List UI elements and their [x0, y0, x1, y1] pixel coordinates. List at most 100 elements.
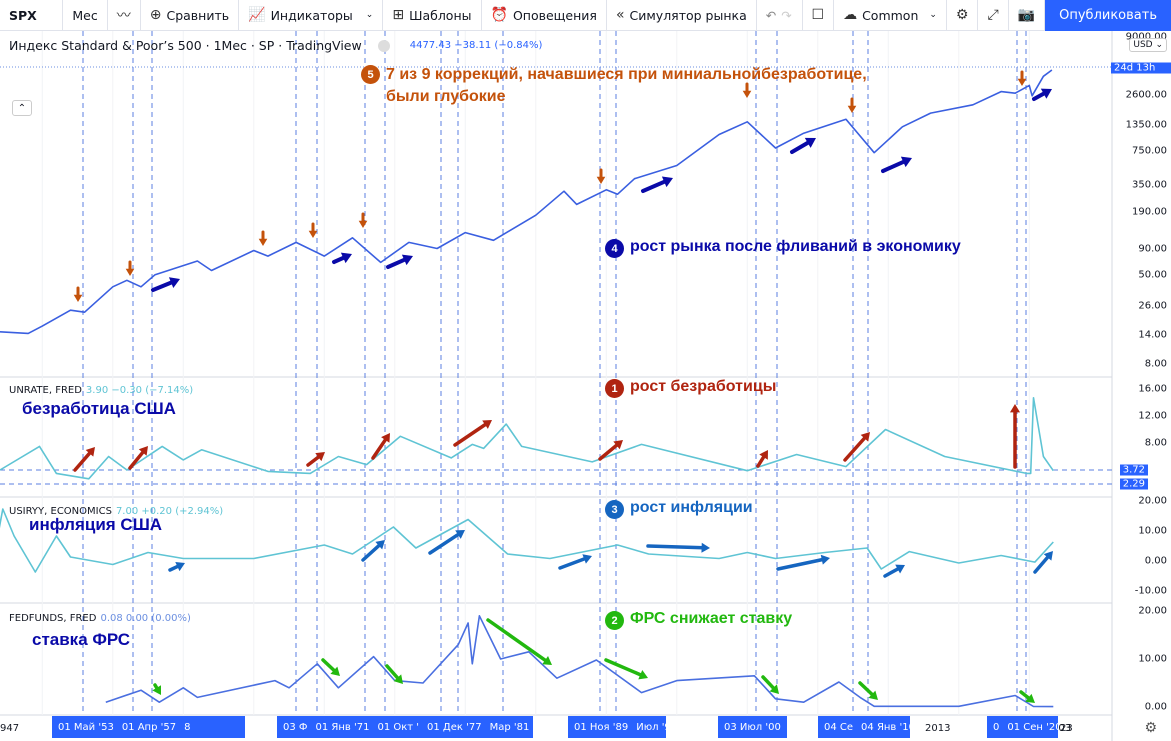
- symbol-label: SPX: [9, 7, 37, 23]
- axis-settings-icon[interactable]: ⚙: [1144, 720, 1157, 736]
- alerts-button[interactable]: ⏰ Оповещения: [482, 0, 607, 31]
- usiryy-tick: -10.00: [1134, 585, 1167, 597]
- unemployment-arrow: [371, 436, 388, 460]
- templates-label: Шаблоны: [409, 7, 472, 23]
- price-tick: 750.00: [1132, 145, 1167, 157]
- growth-arrow: [386, 257, 408, 269]
- chevron-down-icon[interactable]: ⌄: [366, 10, 374, 20]
- unrate-marker-label: 2.29: [1119, 478, 1148, 490]
- time-marker-label: 0: [993, 721, 1000, 733]
- time-tick: 23: [1060, 723, 1073, 734]
- fedfunds-name: FEDFUNDS, FRED: [9, 613, 97, 624]
- unrate-marker-label: 3.72: [1119, 464, 1148, 476]
- time-marker-label: 03 Июл '00: [724, 721, 781, 733]
- undo-icon[interactable]: ↶: [766, 8, 776, 23]
- fed-arrow: [858, 681, 875, 698]
- annotation-5-line1: 7 из 9 коррекций, начавшиеся при миниаль…: [386, 66, 867, 83]
- growth-arrow: [881, 159, 907, 173]
- templates-button[interactable]: ⊞ Шаблоны: [383, 0, 482, 31]
- symbol-search[interactable]: SPX: [0, 0, 64, 31]
- countdown-label: 24d 13h: [1111, 62, 1171, 74]
- time-marker-label: 01 Сен '20: [1007, 721, 1058, 733]
- price-values: 4477.43 −38.11 (−0.84%): [409, 40, 543, 51]
- grid-icon: ⊞: [392, 7, 405, 23]
- inflation-arrow: [1033, 554, 1051, 574]
- time-marker-label: 03 Ф: [283, 721, 308, 733]
- replay-label: Симулятор рынка: [629, 7, 747, 23]
- time-marker-box: 01 Ноя '89 Июл '92: [568, 716, 666, 738]
- fullscreen-layout-button[interactable]: ☐: [803, 0, 835, 31]
- interval-label: Мес: [72, 7, 98, 23]
- fullscreen-button[interactable]: ⤢: [978, 0, 1009, 31]
- chevron-down-icon: ⌄: [929, 10, 937, 20]
- price-axis[interactable]: 9000.00 2600.00 1350.00 750.00 350.00 190.00 9…: [1111, 0, 1171, 741]
- chart-canvas[interactable]: [0, 0, 1171, 741]
- annotation-1-text: рост безработицы: [630, 378, 777, 395]
- inflation-arrow: [776, 557, 826, 571]
- time-marker-box: 03 Ф01 Янв '7101 Окт '01 Дек '77Мар '81'…: [277, 716, 533, 738]
- fed-arrow: [385, 664, 401, 681]
- time-marker-label: 04 Янв '10: [861, 721, 910, 733]
- correction-arrow: [73, 294, 83, 302]
- indicators-icon: 📈: [248, 7, 266, 23]
- fed-arrow: [604, 658, 644, 678]
- time-marker-label: 01 Дек '77: [427, 721, 482, 733]
- layout-label: Common: [862, 7, 919, 23]
- interval-button[interactable]: Мес: [63, 0, 108, 31]
- unrate-tick: 8.00: [1144, 437, 1167, 449]
- fedfunds-label: ставка ФРС: [32, 630, 131, 649]
- time-axis[interactable]: 94719631199003201322301 Май '5301 Апр '5…: [0, 715, 1112, 741]
- inflation-arrow: [820, 554, 830, 565]
- top-toolbar: SPX Мес 〰 ⊕ Сравнить 📈 Индикаторы ⌄ ⊞ Шаблон…: [0, 0, 1171, 31]
- correction-arrow: [258, 238, 268, 246]
- growth-arrow: [641, 179, 668, 193]
- fedfunds-values: 0.08 0.00 (0.00%): [100, 613, 191, 624]
- growth-arrow: [790, 139, 812, 154]
- price-tick: 1350.00: [1125, 119, 1167, 131]
- time-marker-box: 03 Июл '00: [718, 716, 787, 738]
- gear-icon: ⚙: [955, 7, 969, 23]
- badge-5: 5: [361, 65, 380, 84]
- usiryy-label: инфляция США: [29, 515, 163, 534]
- badge-2: 2: [605, 611, 624, 630]
- unemployment-arrow: [306, 454, 322, 467]
- growth-arrow: [1032, 90, 1048, 101]
- hide-legend-icon[interactable]: [377, 39, 390, 52]
- fed-arrow: [321, 658, 337, 674]
- annotation-3: 3 рост инфляции: [605, 499, 753, 519]
- alarm-clock-icon: ⏰: [490, 7, 508, 23]
- unemployment-arrow: [843, 435, 868, 462]
- growth-arrow: [151, 279, 175, 292]
- time-tick: 947: [0, 723, 20, 734]
- badge-4: 4: [605, 239, 624, 258]
- spx-line: [0, 69, 1053, 335]
- unrate-label: безработица США: [22, 399, 176, 418]
- inflation-arrow: [558, 556, 588, 570]
- settings-button[interactable]: ⚙: [947, 0, 979, 31]
- redo-icon[interactable]: ↷: [781, 8, 791, 23]
- square-icon: ☐: [811, 7, 825, 23]
- rewind-icon: «: [615, 7, 625, 23]
- correction-arrow: [308, 230, 318, 238]
- compare-button[interactable]: ⊕ Сравнить: [141, 0, 240, 31]
- line-chart-icon: 〰: [116, 8, 131, 24]
- indicators-button[interactable]: 📈 Индикаторы ⌄: [239, 0, 384, 31]
- symbol-title: Индекс Standard & Poor’s 500 · 1Мес · SP…: [9, 38, 362, 53]
- chart-type-button[interactable]: 〰: [108, 0, 141, 31]
- inflation-arrow: [883, 566, 901, 578]
- correction-arrow: [1017, 78, 1027, 86]
- snapshot-button[interactable]: 📷: [1009, 0, 1046, 31]
- layout-button[interactable]: ☁ Common ⌄: [834, 0, 947, 31]
- price-tick: 8.00: [1144, 358, 1167, 370]
- replay-button[interactable]: «Симулятор рынка: [607, 0, 757, 31]
- time-marker-label: 01 Май '53: [58, 721, 114, 733]
- inflation-arrow: [701, 542, 710, 553]
- collapse-legend-button[interactable]: ⌃: [12, 100, 32, 116]
- alerts-label: Оповещения: [512, 7, 597, 23]
- annotation-2-text: ФРС снижает ставку: [630, 610, 793, 627]
- usiryy-tick: 10.00: [1138, 525, 1167, 537]
- time-marker-label: 01 Янв '71: [315, 721, 370, 733]
- unemployment-arrow: [453, 422, 489, 447]
- undo-redo: ↶ ↷: [757, 0, 803, 31]
- currency-button[interactable]: USD ⌄: [1129, 38, 1167, 52]
